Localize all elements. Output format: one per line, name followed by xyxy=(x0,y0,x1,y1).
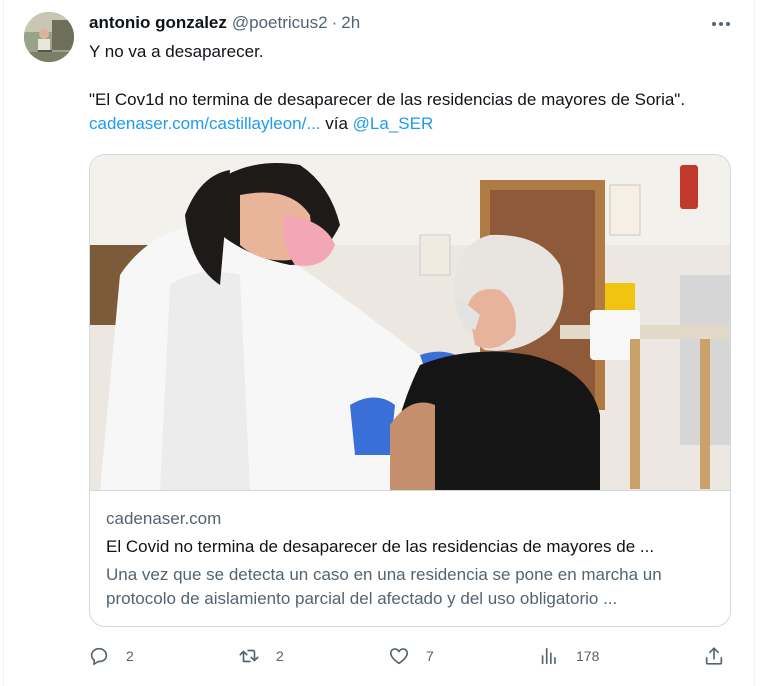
avatar[interactable] xyxy=(24,12,74,62)
reply-icon xyxy=(90,647,108,666)
retweet-button[interactable]: 2 xyxy=(238,643,284,669)
share-button[interactable] xyxy=(703,643,725,669)
like-button[interactable]: 7 xyxy=(388,643,434,669)
share-icon xyxy=(705,647,723,665)
photo-vaccination-icon xyxy=(90,155,730,490)
tweet-header: antonio gonzalez @poetricus2 · 2h xyxy=(89,13,360,35)
card-title: El Covid no termina de desaparecer de la… xyxy=(106,537,655,556)
author-handle[interactable]: @poetricus2 xyxy=(232,13,328,33)
via-label: vía xyxy=(325,114,348,133)
tweet-text-line: Y no va a desaparecer. xyxy=(89,42,264,61)
reply-count: 2 xyxy=(126,648,134,664)
card-meta: cadenaser.com El Covid no termina de des… xyxy=(106,507,716,611)
card-image[interactable] xyxy=(90,155,730,491)
article-link[interactable]: cadenaser.com/castillayleon/... xyxy=(89,114,321,133)
like-count: 7 xyxy=(426,648,434,664)
views-count: 178 xyxy=(576,648,600,664)
quoted-headline: "El Cov1d no termina de desaparecer de l… xyxy=(89,90,686,109)
card-description: Una vez que se detecta un caso en una re… xyxy=(106,565,662,608)
avatar-photo-icon xyxy=(24,12,74,62)
link-preview-card[interactable]: cadenaser.com El Covid no termina de des… xyxy=(89,154,731,627)
views-icon xyxy=(541,647,556,665)
reply-button[interactable]: 2 xyxy=(88,643,134,669)
heart-icon xyxy=(389,648,409,665)
retweet-icon xyxy=(239,649,259,663)
tweet-quote-paragraph: "El Cov1d no termina de desaparecer de l… xyxy=(89,88,729,136)
header-separator: · xyxy=(331,13,338,32)
more-dots-icon xyxy=(712,22,730,26)
action-bar: 2 2 7 178 xyxy=(88,643,738,669)
retweet-count: 2 xyxy=(276,648,284,664)
card-domain: cadenaser.com xyxy=(106,509,222,528)
more-options-button[interactable] xyxy=(706,14,736,34)
mention-link[interactable]: @La_SER xyxy=(353,114,434,133)
author-display-name[interactable]: antonio gonzalez xyxy=(89,13,227,33)
tweet-timestamp[interactable]: 2h xyxy=(341,13,360,33)
views-button[interactable]: 178 xyxy=(538,643,599,669)
tweet-text: Y no va a desaparecer. "El Cov1d no term… xyxy=(89,40,729,136)
